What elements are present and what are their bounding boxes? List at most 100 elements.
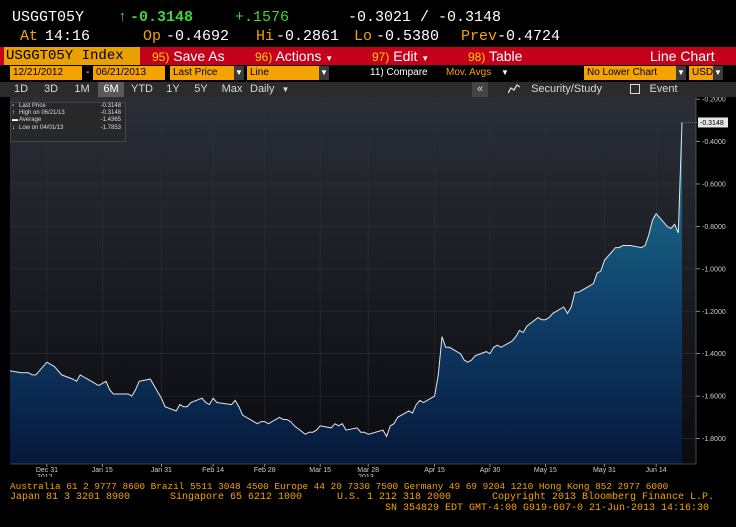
caret-down-icon: ▼ (325, 54, 334, 63)
actions-button[interactable]: 96) Actions ▼ (255, 47, 333, 65)
period-6m[interactable]: 6M (98, 82, 124, 97)
y-axis: -0.2000 -0.4000 -0.6000 -0.8000 -1.0000 -1.20… (695, 97, 726, 464)
legend-row-low: ↓ Low on 04/01/13 -1.7853 (11, 125, 125, 132)
y-tick-label: -0.4000 (702, 139, 726, 146)
save-as-label: Save As (173, 48, 225, 64)
line-chart-icon (507, 84, 521, 94)
security-field[interactable]: USGGT05Y Index (4, 47, 140, 65)
price-field-select[interactable]: Last Price (170, 66, 234, 80)
low-label: Lo (354, 28, 373, 45)
average-marker-icon: ▬ (12, 117, 18, 124)
x-tick-label: Mar 28 (357, 467, 379, 474)
caret-down-icon: ▼ (421, 54, 430, 63)
low-value: -0.5380 (376, 28, 440, 45)
y-tick-label: -0.8000 (702, 224, 726, 231)
x-tick-label: Apr 30 (480, 467, 501, 474)
y-tick-label: -1.6000 (702, 394, 726, 401)
legend-value: -1.7853 (100, 124, 121, 131)
x-tick-label: May 15 (534, 467, 557, 474)
compare-button[interactable]: 11) Compare (370, 66, 428, 80)
currency-select[interactable]: USD (689, 66, 713, 80)
period-bar: 1D 3D 1M 6M YTD 1Y 5Y Max Daily ▼ « Secu… (0, 82, 736, 97)
save-as-number: 95) (152, 50, 170, 64)
caret-down-icon[interactable]: ▼ (234, 66, 244, 80)
footer-singapore: Singapore 65 6212 1000 (170, 492, 303, 503)
legend-value: -0.3148 (100, 110, 121, 117)
x-axis: Dec 31 Jan 15 Jan 31 Feb 14 Feb 28 Mar 15 Mar … (10, 463, 696, 477)
legend-name: Average (19, 117, 42, 124)
legend-name: High on 06/21/13 (19, 110, 65, 117)
y-tick-label: -1.4000 (702, 351, 726, 358)
line-square-icon: ▫ (12, 103, 15, 109)
legend-row-average: ▬ Average -1.4365 (11, 117, 125, 124)
y-tick-label: -1.0000 (702, 266, 726, 273)
view-title: Line Chart (650, 48, 715, 64)
table-number: 98) (468, 50, 486, 64)
chart-legend[interactable]: ▫ Last Price -0.3148 ↑ High on 06/21/13 … (10, 102, 126, 142)
save-as-button[interactable]: 95) Save As (152, 47, 225, 65)
x-tick-label: Feb 14 (202, 467, 224, 474)
caret-down-icon[interactable]: ▼ (500, 66, 510, 80)
x-tick-label: May 31 (593, 467, 616, 474)
period-1m[interactable]: 1M (70, 82, 94, 97)
open-value: -0.4692 (166, 28, 230, 45)
period-3d[interactable]: 3D (40, 82, 62, 97)
date-separator: - (86, 67, 90, 78)
period-1y[interactable]: 1Y (162, 82, 184, 97)
caret-down-icon[interactable]: ▼ (676, 66, 686, 80)
mov-avgs-button[interactable]: Mov. Avgs (446, 66, 491, 80)
at-label: At (20, 28, 39, 45)
period-ytd[interactable]: YTD (128, 82, 156, 97)
command-bar: USGGT05Y Index 95) Save As 96) Actions ▼… (0, 47, 736, 65)
legend-value: -1.4365 (100, 117, 121, 124)
end-date-input[interactable]: 06/21/2013 (93, 66, 165, 80)
legend-row-high: ↑ High on 06/21/13 -0.3148 (11, 110, 125, 117)
net-change: +.1576 (235, 9, 290, 26)
high-value: -0.2861 (276, 28, 340, 45)
start-date-input[interactable]: 12/21/2012 (10, 66, 82, 80)
high-label: Hi (256, 28, 275, 45)
table-label: Table (488, 48, 523, 64)
lower-chart-select[interactable]: No Lower Chart (584, 66, 676, 80)
quote-ticker: USGGT05Y (12, 9, 85, 26)
x-tick-label: Jan 15 (92, 467, 113, 474)
footer-japan: Japan 81 3 3201 8900 (10, 492, 131, 503)
y-tick-label: -0.2000 (702, 97, 726, 104)
footer-line-3: SN 354829 EDT GMT-4:00 G919-607-0 21-Jun… (385, 503, 710, 514)
chart-style-select[interactable]: Line (247, 66, 319, 80)
caret-down-icon[interactable]: ▼ (713, 66, 723, 80)
high-marker-icon: ↑ (12, 110, 15, 117)
event-button[interactable]: Event (624, 82, 684, 97)
frequency-select[interactable]: Daily ▼ (250, 82, 298, 97)
actions-label: Actions (275, 48, 322, 64)
edit-button[interactable]: 97) Edit ▼ (372, 47, 429, 65)
security-study-button[interactable]: Security/Study (500, 82, 610, 97)
x-year-label: 2012 (37, 474, 53, 477)
y-tick-label: -1.2000 (702, 309, 726, 316)
x-tick-label: Mar 15 (309, 467, 331, 474)
legend-row-last: ▫ Last Price -0.3148 (11, 103, 125, 110)
period-max[interactable]: Max (218, 82, 246, 97)
price-chart[interactable]: -0.2000 -0.4000 -0.6000 -0.8000 -1.0000 -1.20… (0, 97, 736, 477)
y-tick-label: -1.8000 (702, 436, 726, 443)
x-tick-label: Jan 31 (151, 467, 172, 474)
legend-name: Last Price (19, 103, 46, 109)
table-button[interactable]: 98) Table (468, 47, 522, 65)
collapse-icon[interactable]: « (472, 82, 488, 97)
x-year-label: 2013 (358, 474, 374, 477)
up-arrow-icon: ↑ (118, 9, 128, 26)
period-1d[interactable]: 1D (10, 82, 32, 97)
caret-down-icon[interactable]: ▼ (319, 66, 329, 80)
x-tick-label: Jun 14 (646, 467, 667, 474)
period-5y[interactable]: 5Y (190, 82, 212, 97)
footer-contacts: Australia 61 2 9777 8600 Brazil 5511 304… (0, 478, 736, 527)
chart-controls: 12/21/2012 - 06/21/2013 Last Price ▼ Lin… (0, 65, 736, 81)
event-icon (630, 84, 641, 95)
quote-time: 14:16 (45, 28, 91, 45)
last-price: -0.3148 (130, 9, 194, 26)
security-study-label: Security/Study (531, 83, 602, 95)
edit-number: 97) (372, 50, 390, 64)
x-tick-label: Apr 15 (424, 467, 445, 474)
security-name: USGGT05Y Index (6, 48, 124, 64)
actions-number: 96) (255, 50, 273, 64)
